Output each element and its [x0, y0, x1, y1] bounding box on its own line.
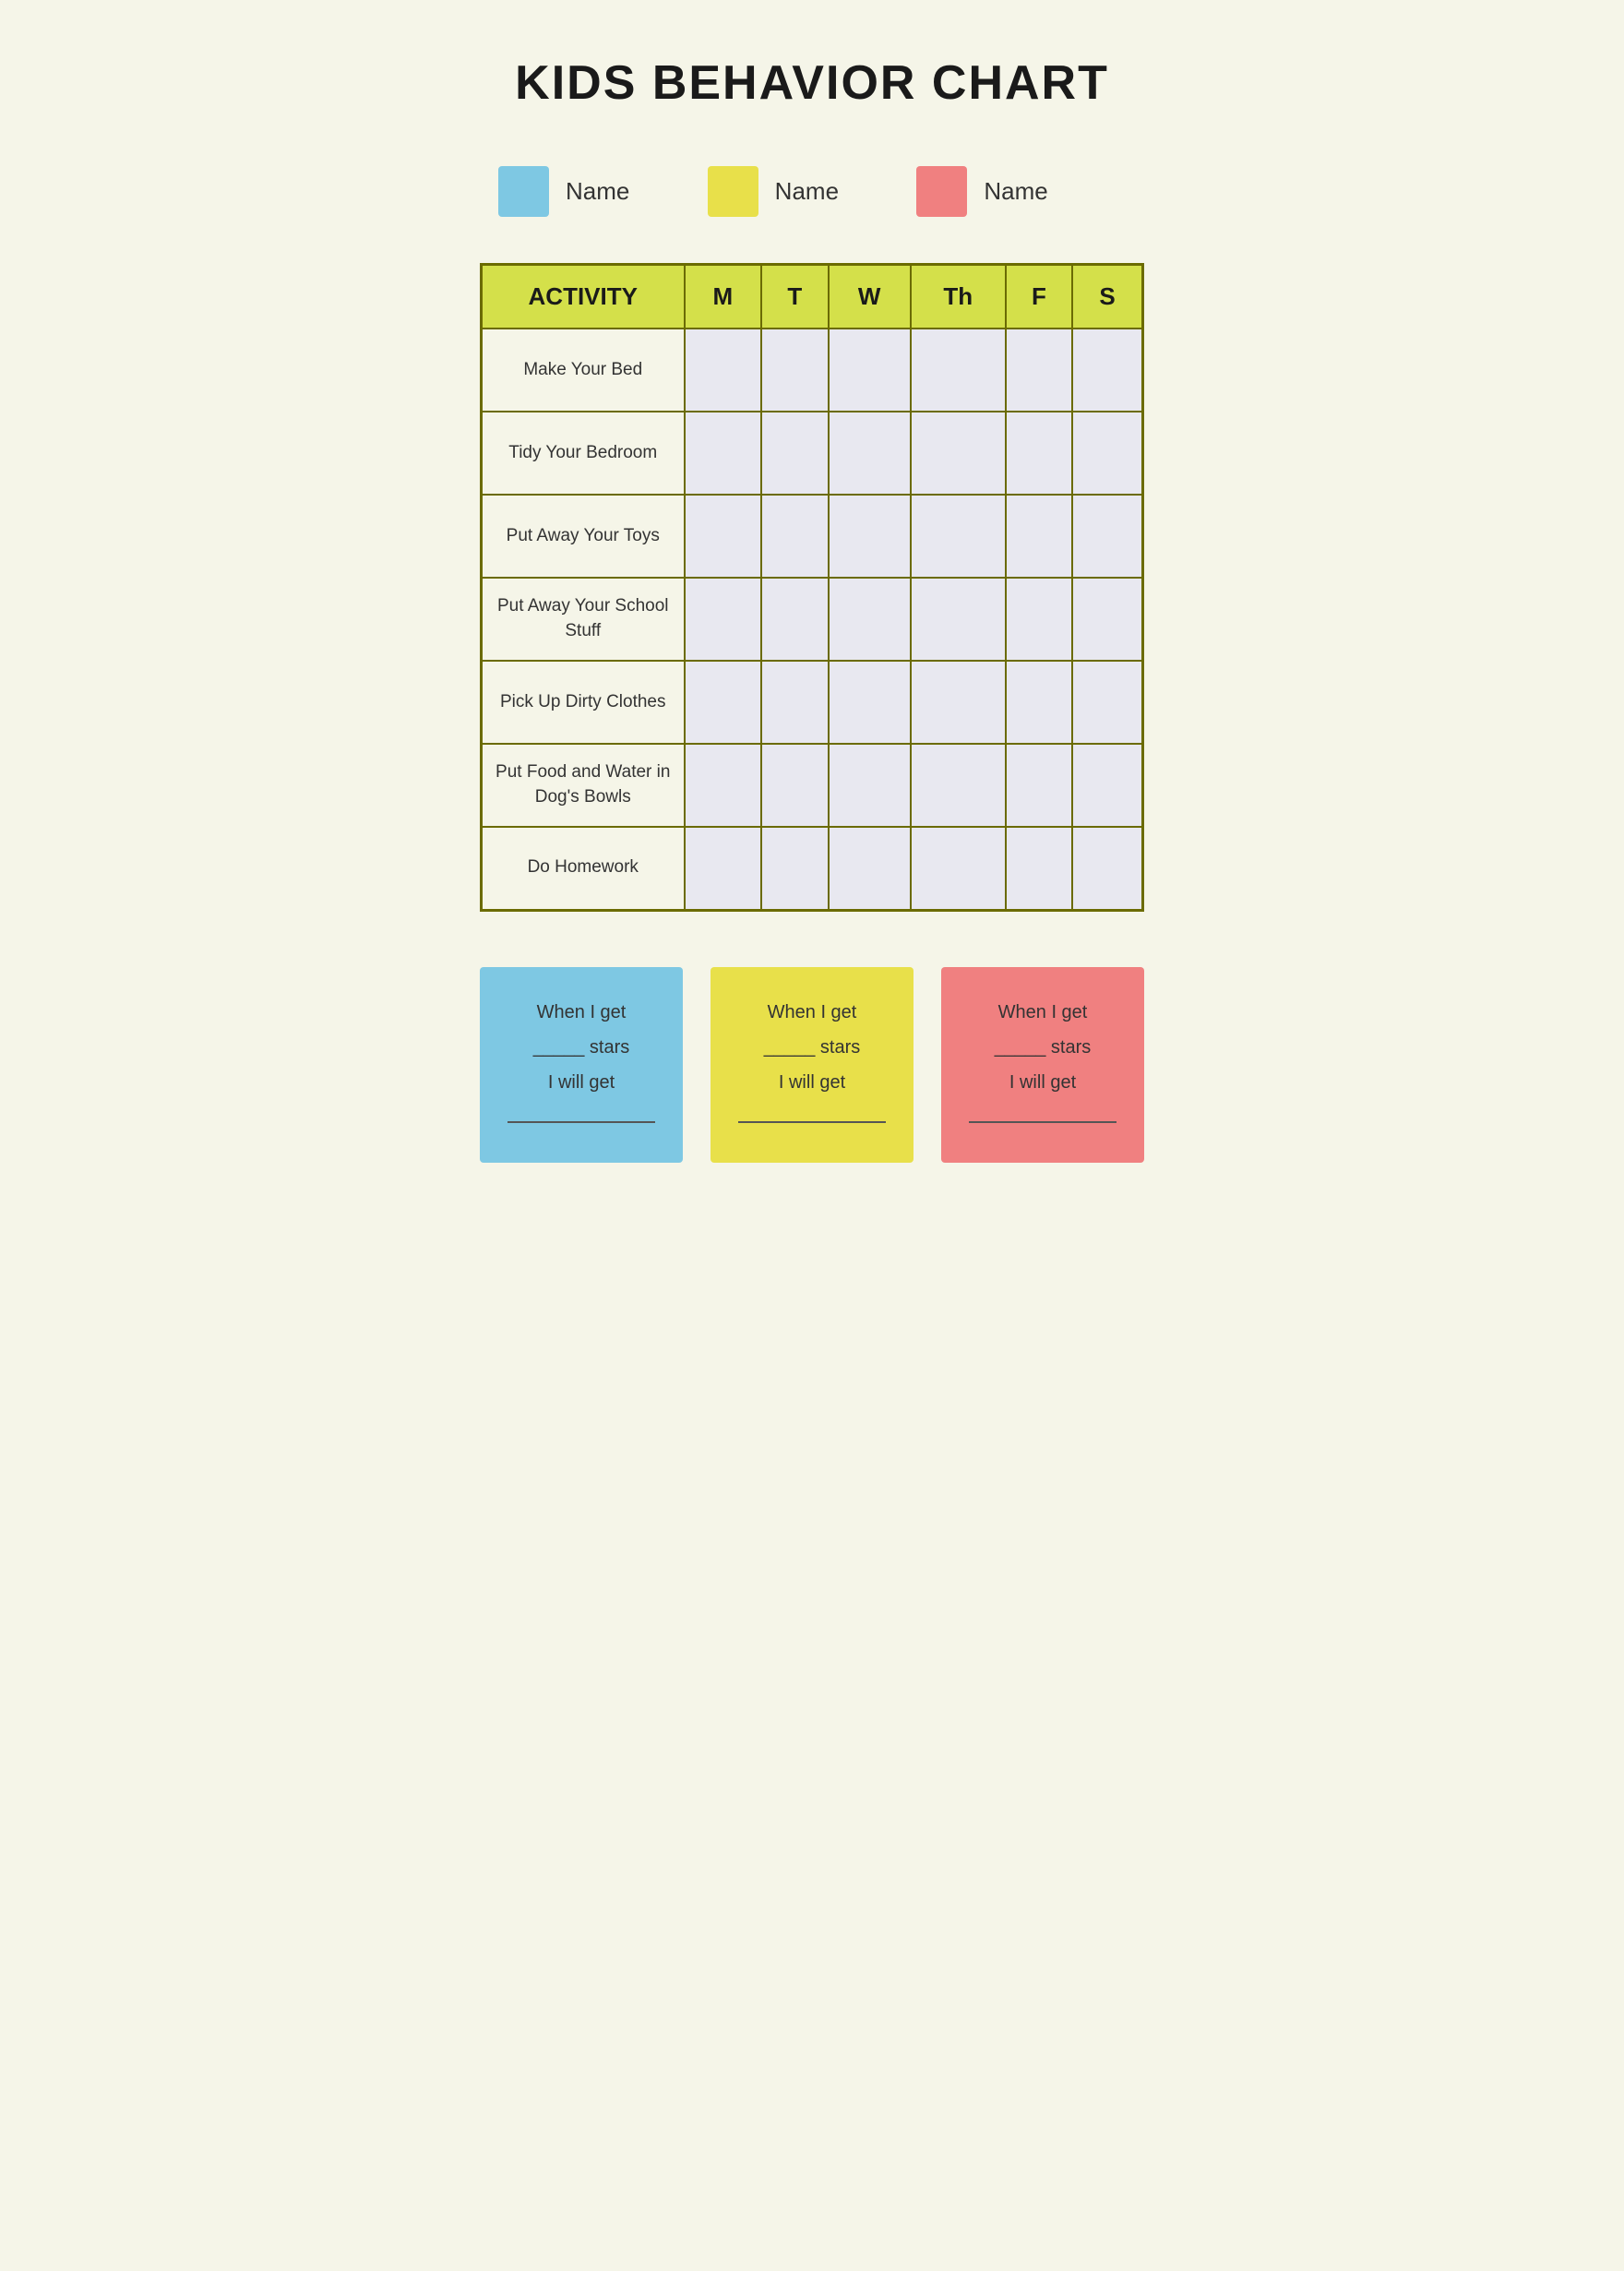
activity-column-header: ACTIVITY	[482, 265, 685, 329]
day-cell-2-5[interactable]	[1072, 495, 1142, 578]
legend: Name Name Name	[480, 166, 1144, 217]
day-cell-5-5[interactable]	[1072, 744, 1142, 827]
table-row: Tidy Your Bedroom	[482, 412, 1143, 495]
day-cell-1-4[interactable]	[1006, 412, 1073, 495]
day-cell-4-4[interactable]	[1006, 661, 1073, 744]
day-cell-6-5[interactable]	[1072, 827, 1142, 910]
table-row: Put Away Your School Stuff	[482, 578, 1143, 661]
day-cell-5-0[interactable]	[685, 744, 762, 827]
day-cell-3-4[interactable]	[1006, 578, 1073, 661]
day-cell-2-3[interactable]	[911, 495, 1006, 578]
day-cell-2-0[interactable]	[685, 495, 762, 578]
reward-text-blue: When I get _____ stars I will get	[508, 995, 655, 1135]
day-cell-6-1[interactable]	[761, 827, 829, 910]
day-header-t: T	[761, 265, 829, 329]
day-cell-5-4[interactable]	[1006, 744, 1073, 827]
activity-cell-6: Do Homework	[482, 827, 685, 910]
day-cell-1-1[interactable]	[761, 412, 829, 495]
reward-card-pink: When I get _____ stars I will get	[941, 967, 1144, 1163]
day-cell-0-2[interactable]	[829, 329, 911, 412]
day-cell-2-2[interactable]	[829, 495, 911, 578]
reward-line-blue	[508, 1121, 655, 1123]
legend-item-pink: Name	[916, 166, 1126, 217]
day-cell-3-2[interactable]	[829, 578, 911, 661]
behavior-chart-table: ACTIVITY M T W Th F S Make Your BedTidy …	[480, 263, 1144, 912]
day-cell-1-3[interactable]	[911, 412, 1006, 495]
day-cell-0-3[interactable]	[911, 329, 1006, 412]
day-header-m: M	[685, 265, 762, 329]
day-cell-4-2[interactable]	[829, 661, 911, 744]
reward-text-pink: When I get _____ stars I will get	[969, 995, 1116, 1135]
day-cell-3-3[interactable]	[911, 578, 1006, 661]
reward-card-yellow: When I get _____ stars I will get	[710, 967, 914, 1163]
day-cell-4-1[interactable]	[761, 661, 829, 744]
day-header-f: F	[1006, 265, 1073, 329]
day-cell-4-3[interactable]	[911, 661, 1006, 744]
reward-section: When I get _____ stars I will get When I…	[480, 967, 1144, 1163]
day-cell-2-1[interactable]	[761, 495, 829, 578]
day-cell-3-5[interactable]	[1072, 578, 1142, 661]
day-cell-0-4[interactable]	[1006, 329, 1073, 412]
table-row: Put Food and Water in Dog's Bowls	[482, 744, 1143, 827]
reward-line-pink	[969, 1121, 1116, 1123]
reward-line-yellow	[738, 1121, 886, 1123]
activity-cell-0: Make Your Bed	[482, 329, 685, 412]
day-cell-0-5[interactable]	[1072, 329, 1142, 412]
day-cell-5-3[interactable]	[911, 744, 1006, 827]
table-row: Make Your Bed	[482, 329, 1143, 412]
legend-item-blue: Name	[498, 166, 708, 217]
day-header-w: W	[829, 265, 911, 329]
page-title: KIDS BEHAVIOR CHART	[515, 55, 1109, 111]
legend-color-blue	[498, 166, 549, 217]
day-cell-6-4[interactable]	[1006, 827, 1073, 910]
day-cell-6-2[interactable]	[829, 827, 911, 910]
table-row: Do Homework	[482, 827, 1143, 910]
day-cell-3-1[interactable]	[761, 578, 829, 661]
table-header-row: ACTIVITY M T W Th F S	[482, 265, 1143, 329]
day-cell-1-5[interactable]	[1072, 412, 1142, 495]
day-cell-0-0[interactable]	[685, 329, 762, 412]
legend-label-pink: Name	[984, 177, 1047, 206]
day-header-th: Th	[911, 265, 1006, 329]
day-cell-2-4[interactable]	[1006, 495, 1073, 578]
day-cell-5-1[interactable]	[761, 744, 829, 827]
activity-cell-2: Put Away Your Toys	[482, 495, 685, 578]
day-cell-4-0[interactable]	[685, 661, 762, 744]
day-cell-6-3[interactable]	[911, 827, 1006, 910]
day-cell-6-0[interactable]	[685, 827, 762, 910]
table-row: Put Away Your Toys	[482, 495, 1143, 578]
activity-cell-5: Put Food and Water in Dog's Bowls	[482, 744, 685, 827]
day-cell-1-2[interactable]	[829, 412, 911, 495]
day-cell-5-2[interactable]	[829, 744, 911, 827]
table-row: Pick Up Dirty Clothes	[482, 661, 1143, 744]
activity-cell-3: Put Away Your School Stuff	[482, 578, 685, 661]
legend-label-yellow: Name	[775, 177, 839, 206]
activity-cell-1: Tidy Your Bedroom	[482, 412, 685, 495]
legend-color-pink	[916, 166, 967, 217]
day-header-s: S	[1072, 265, 1142, 329]
activity-cell-4: Pick Up Dirty Clothes	[482, 661, 685, 744]
day-cell-1-0[interactable]	[685, 412, 762, 495]
legend-color-yellow	[708, 166, 758, 217]
reward-card-blue: When I get _____ stars I will get	[480, 967, 683, 1163]
reward-text-yellow: When I get _____ stars I will get	[738, 995, 886, 1135]
legend-label-blue: Name	[566, 177, 629, 206]
legend-item-yellow: Name	[708, 166, 917, 217]
day-cell-4-5[interactable]	[1072, 661, 1142, 744]
page: KIDS BEHAVIOR CHART Name Name Name ACTIV…	[406, 0, 1218, 1218]
day-cell-0-1[interactable]	[761, 329, 829, 412]
day-cell-3-0[interactable]	[685, 578, 762, 661]
